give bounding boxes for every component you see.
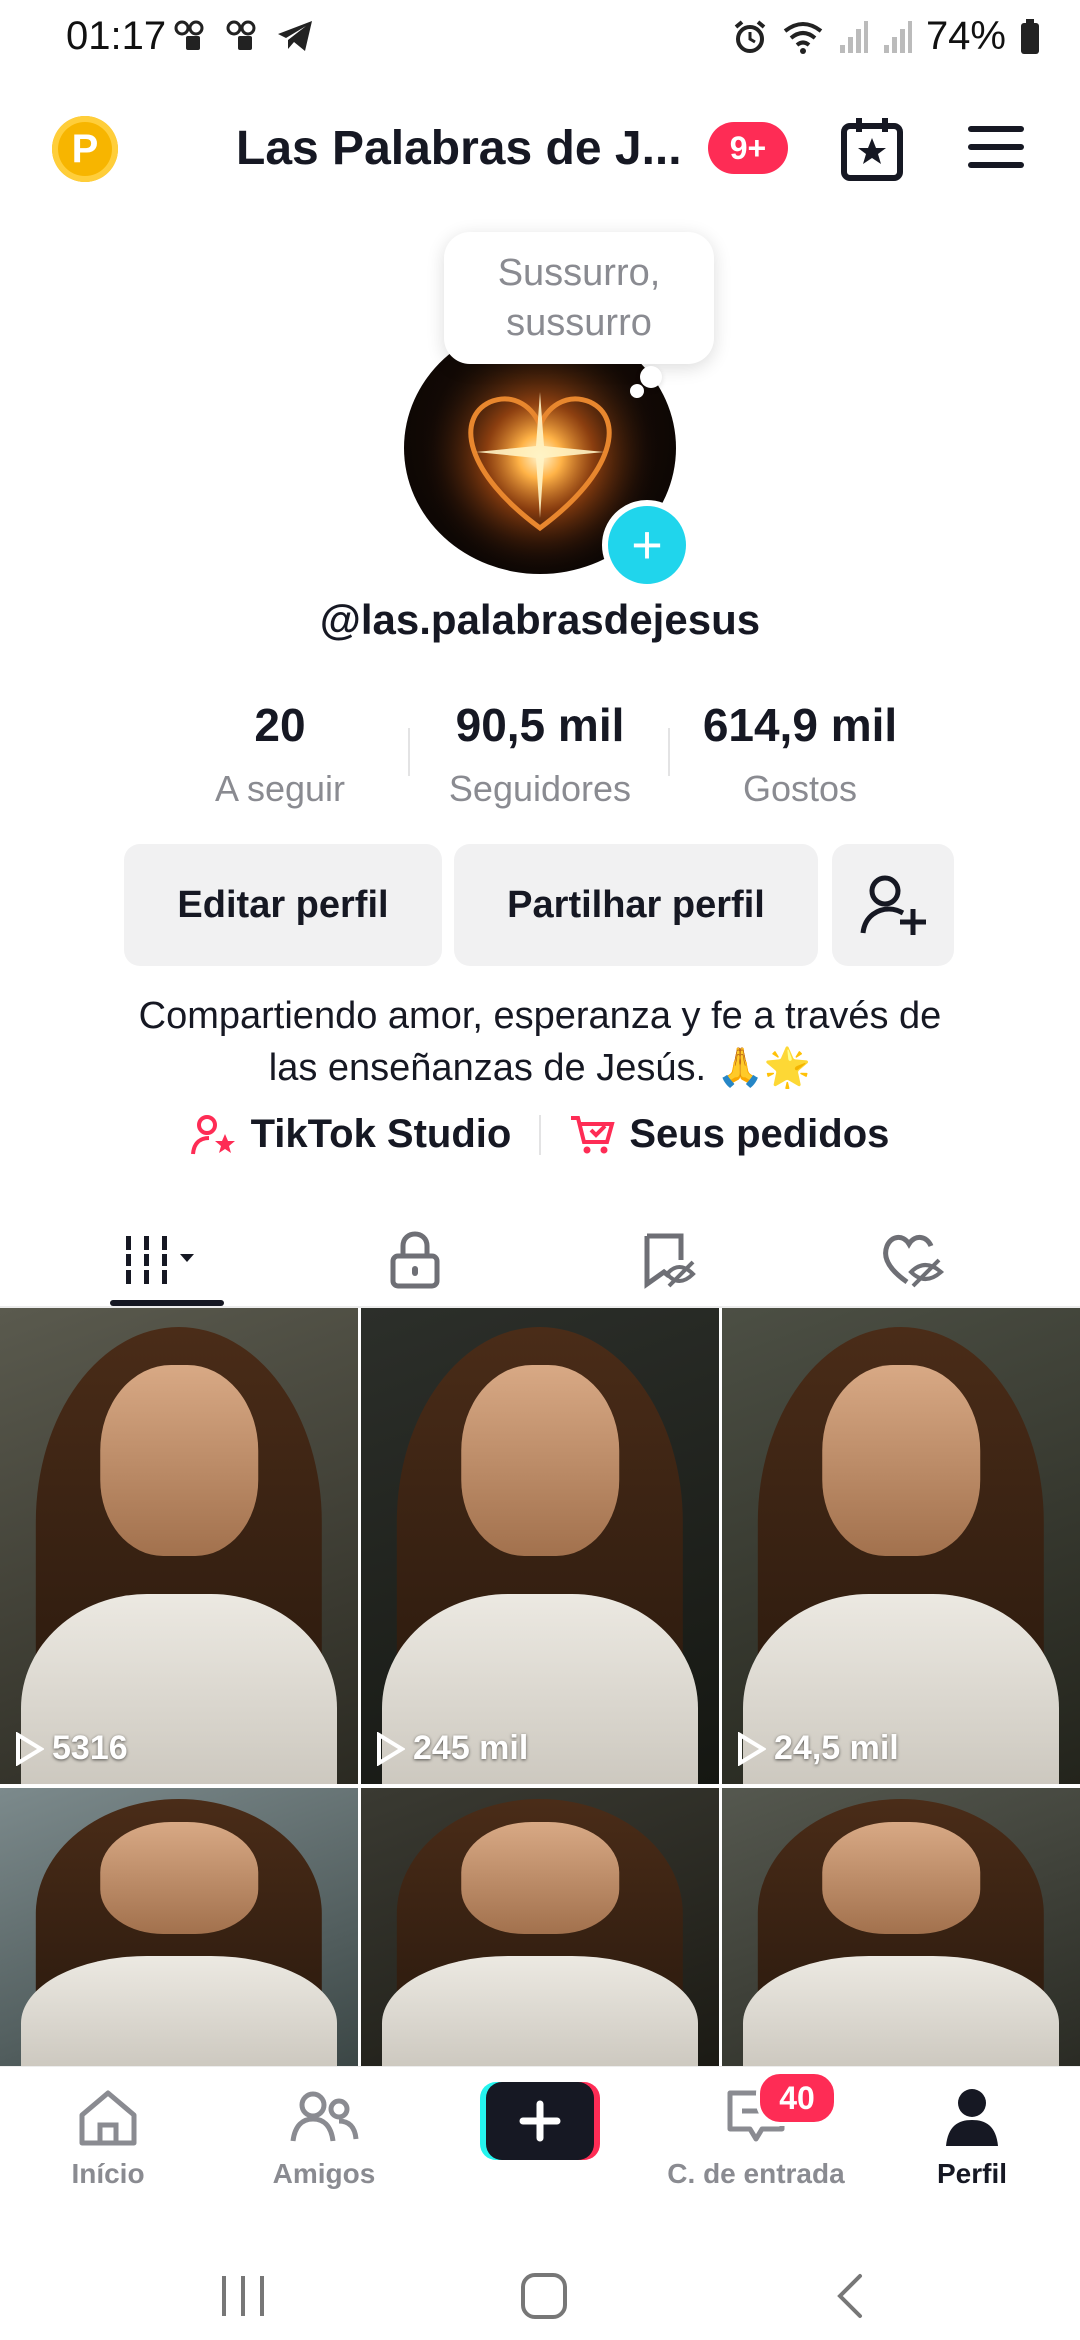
view-count: 24,5 mil (736, 1729, 899, 1768)
status-notification-icons (172, 18, 314, 54)
link-divider (539, 1114, 542, 1155)
bio: Compartiendo amor, esperanza y fe a trav… (80, 990, 1000, 1094)
telegram-icon (278, 21, 312, 51)
saved-hidden-icon (644, 1233, 696, 1289)
voicemail-icon (226, 20, 256, 50)
stat-label: A seguir (214, 768, 346, 809)
thumb-face (461, 1365, 619, 1556)
video-thumbnail[interactable] (722, 1788, 1080, 2068)
nav-profile-label: Perfil (936, 2158, 1008, 2189)
nav-inbox-label: C. de entrada (667, 2158, 845, 2189)
battery-percent: 74% (925, 14, 1006, 58)
video-thumbnail[interactable] (0, 1788, 358, 2068)
plus-icon: + (631, 515, 663, 575)
cart-icon (571, 1115, 615, 1153)
edit-profile-button[interactable]: Editar perfil (124, 844, 442, 966)
videos-grid-icon (126, 1236, 194, 1284)
liked-hidden-icon (883, 1235, 945, 1288)
orders-link[interactable]: Seus pedidos (569, 1112, 889, 1157)
signal-icon (839, 20, 868, 53)
profile-links: TikTok Studio Seus pedidos (0, 1112, 1080, 1157)
signal-icon (883, 20, 912, 53)
thumb-robe (382, 1956, 698, 2068)
video-thumbnail[interactable]: 24,5 mil (722, 1308, 1080, 1784)
inbox-badge: 40 (756, 2070, 838, 2126)
video-thumbnail[interactable]: 5316 (0, 1308, 358, 1784)
tiktok-studio-label: TikTok Studio (250, 1112, 512, 1156)
stat-value: 20 (254, 699, 306, 751)
bio-line: Compartiendo amor, esperanza y fe a trav… (138, 995, 942, 1037)
profile-title[interactable]: Las Palabras de J... (236, 116, 686, 182)
video-thumbnail[interactable] (361, 1788, 719, 2068)
username: @las.palabrasdejesus (319, 596, 761, 643)
system-nav-bar (0, 2234, 1080, 2340)
alarm-icon (734, 19, 766, 53)
profile-icon (946, 2089, 998, 2146)
view-count-label: 5316 (52, 1729, 128, 1767)
menu-icon[interactable] (968, 124, 1024, 170)
notification-badge[interactable]: 9+ (708, 122, 788, 174)
nav-friends-label: Amigos (272, 2158, 376, 2189)
add-story-button[interactable]: + (602, 500, 692, 590)
view-count-label: 24,5 mil (774, 1729, 899, 1767)
add-friend-button[interactable] (832, 844, 954, 966)
thumb-face (100, 1821, 258, 1934)
view-count: 5316 (14, 1729, 128, 1768)
voicemail-icon (174, 20, 204, 50)
friends-icon (290, 2091, 359, 2142)
view-count: 245 mil (375, 1729, 528, 1768)
status-time: 01:17 (66, 14, 167, 58)
thumb-face (461, 1821, 619, 1934)
tab-videos[interactable] (32, 1210, 302, 1310)
play-icon (377, 1731, 405, 1766)
battery-icon (1021, 18, 1039, 54)
nav-friends[interactable]: Amigos (224, 2082, 424, 2190)
nav-home-label: Início (71, 2158, 145, 2189)
home-button-icon[interactable] (520, 2272, 568, 2320)
bubble-tail-small (630, 384, 644, 398)
add-person-icon (860, 875, 926, 935)
stat-following[interactable]: 20 A seguir (150, 698, 410, 810)
video-thumbnail[interactable]: 245 mil (361, 1308, 719, 1784)
view-count-label: 245 mil (413, 1729, 529, 1767)
stat-likes[interactable]: 614,9 mil Gostos (670, 698, 930, 810)
thumb-robe (21, 1956, 337, 2068)
thumb-face (100, 1365, 258, 1556)
bio-line: las enseñanzas de Jesús. 🙏🌟 (268, 1047, 812, 1089)
tab-liked[interactable] (778, 1210, 1048, 1310)
coin-icon[interactable]: P (52, 116, 118, 182)
lock-icon (390, 1231, 440, 1289)
create-button[interactable] (480, 2082, 600, 2160)
status-bar: 01:17 74% (0, 0, 1080, 84)
stat-label: Gostos (742, 768, 858, 809)
create-plus-icon (480, 2082, 600, 2160)
home-icon (79, 2090, 137, 2146)
thumb-face (822, 1365, 980, 1556)
tab-private[interactable] (280, 1210, 550, 1310)
share-profile-button[interactable]: Partilhar perfil (454, 844, 818, 966)
coin-letter: P (71, 126, 99, 171)
recent-apps-icon[interactable] (218, 2274, 268, 2318)
stat-value: 90,5 mil (455, 699, 625, 751)
note-bubble[interactable]: Sussurro, sussurro (444, 232, 714, 364)
calendar-star-icon[interactable] (840, 116, 904, 182)
wifi-icon (783, 21, 823, 54)
orders-label: Seus pedidos (629, 1112, 890, 1156)
back-icon[interactable] (832, 2272, 868, 2320)
note-text: Sussurro, sussurro (497, 252, 661, 344)
play-icon (738, 1731, 766, 1766)
person-star-icon (190, 1114, 235, 1154)
thumb-robe (743, 1956, 1059, 2068)
nav-profile[interactable]: Perfil (872, 2082, 1072, 2190)
play-icon (16, 1731, 44, 1766)
status-right: 74% (732, 14, 1040, 59)
stat-label: Seguidores (448, 768, 632, 809)
bubble-tail (640, 366, 662, 388)
stat-followers[interactable]: 90,5 mil Seguidores (410, 698, 670, 810)
stat-value: 614,9 mil (702, 699, 898, 751)
tab-saved[interactable] (532, 1210, 802, 1310)
nav-home[interactable]: Início (8, 2082, 208, 2190)
tiktok-studio-link[interactable]: TikTok Studio (190, 1112, 512, 1157)
thumb-face (822, 1821, 980, 1934)
